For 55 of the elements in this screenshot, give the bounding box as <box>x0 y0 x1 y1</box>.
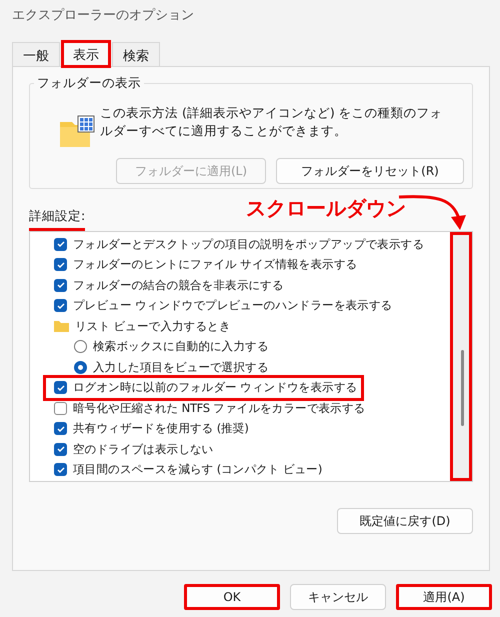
checkbox[interactable] <box>54 402 67 415</box>
checkbox[interactable] <box>54 299 67 312</box>
setting-option[interactable]: プレビュー ウィンドウでプレビューのハンドラーを表示する <box>54 296 396 316</box>
option-label: フォルダーのヒントにファイル サイズ情報を表示する <box>73 257 358 272</box>
checkbox[interactable] <box>54 278 67 292</box>
dialog-button[interactable]: 適用(A) <box>396 584 492 610</box>
check-icon <box>56 464 66 475</box>
option-label: 暗号化や圧縮された NTFS ファイルをカラーで表示する <box>73 400 366 416</box>
setting-option[interactable]: フォルダーのヒントにファイル サイズ情報を表示する <box>54 254 362 275</box>
group-title: フォルダーの表示 <box>34 75 144 92</box>
checkbox[interactable] <box>54 442 67 456</box>
setting-option[interactable]: 項目間のスペースを減らす (コンパクト ビュー) <box>54 460 326 480</box>
dialog-button[interactable]: キャンセル <box>290 584 386 610</box>
check-icon <box>56 444 66 454</box>
option-label: 共有ウィザードを使用する (推奨) <box>73 421 249 436</box>
setting-option[interactable]: フォルダーの結合の競合を非表示にする <box>54 275 288 296</box>
option-label: 空のドライブは表示しない <box>73 442 214 457</box>
radio-button[interactable] <box>74 340 87 354</box>
tab[interactable]: 検索 <box>112 42 160 66</box>
check-icon <box>56 382 66 393</box>
scroll-thumb[interactable] <box>461 350 464 426</box>
setting-option[interactable]: 共有ウィザードを使用する (推奨) <box>54 418 253 439</box>
annotation-text: スクロールダウン <box>246 195 406 222</box>
checkbox[interactable] <box>54 238 67 251</box>
check-icon <box>56 260 66 270</box>
tab[interactable]: 一般 <box>12 42 60 66</box>
option-label: フォルダーとデスクトップの項目の説明をポップアップで表示する <box>73 236 424 252</box>
option-label: 検索ボックスに自動的に入力する <box>93 339 269 354</box>
option-group-label: リスト ビューで入力するとき <box>75 318 230 334</box>
folder-icon <box>54 320 69 332</box>
scrollbar[interactable] <box>450 232 472 481</box>
radio-button[interactable] <box>74 360 87 374</box>
checkbox[interactable] <box>54 258 67 272</box>
option-label: 入力した項目をビューで選択する <box>93 360 269 375</box>
description-text: この表示方法 (詳細表示やアイコンなど) をこの種類のフォルダーすべてに適用することができます。 <box>100 104 444 140</box>
setting-option[interactable]: フォルダーとデスクトップの項目の説明をポップアップで表示する <box>54 234 428 254</box>
checkbox[interactable] <box>54 381 67 394</box>
setting-option[interactable]: 暗号化や圧縮された NTFS ファイルをカラーで表示する <box>54 398 370 418</box>
check-icon <box>56 239 66 250</box>
option-label: 項目間のスペースを減らす (コンパクト ビュー) <box>73 462 322 478</box>
option-label: ログオン時に以前のフォルダー ウィンドウを表示する <box>73 380 358 396</box>
checkbox[interactable] <box>54 463 67 476</box>
restore-defaults-button[interactable]: 既定値に戻す(D) <box>337 508 473 534</box>
option-label: フォルダーの結合の競合を非表示にする <box>73 278 284 293</box>
setting-option[interactable]: ログオン時に以前のフォルダー ウィンドウを表示する <box>46 378 362 398</box>
setting-option[interactable]: 空のドライブは表示しない <box>54 439 218 460</box>
check-icon <box>56 280 66 290</box>
check-icon <box>56 300 66 311</box>
option-label: プレビュー ウィンドウでプレビューのハンドラーを表示する <box>73 298 392 314</box>
checkbox[interactable] <box>54 422 67 436</box>
dialog-button[interactable]: OK <box>184 584 280 610</box>
folder-button[interactable]: フォルダーをリセット(R) <box>276 158 464 184</box>
tab[interactable]: 表示 <box>62 41 110 67</box>
window-title: エクスプローラーのオプション <box>11 7 195 25</box>
check-icon <box>56 424 66 434</box>
